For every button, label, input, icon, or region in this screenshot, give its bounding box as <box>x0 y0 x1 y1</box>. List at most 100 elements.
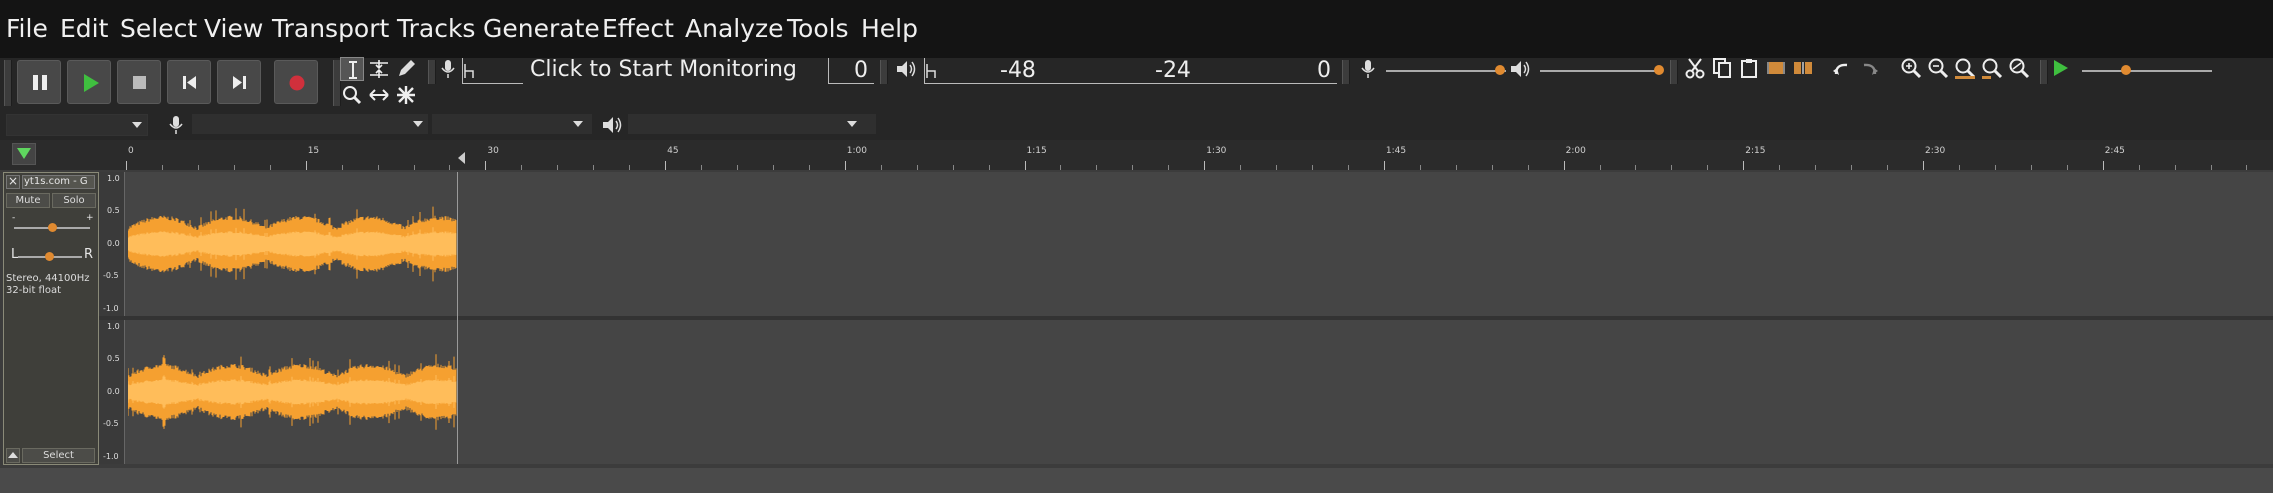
microphone-icon <box>1361 60 1375 78</box>
skip-start-icon <box>183 76 196 89</box>
fit-selection-icon <box>1955 58 1976 79</box>
pan-right-label: R <box>84 247 94 262</box>
play-icon <box>2054 60 2068 76</box>
record-volume-slider[interactable] <box>1386 65 1506 75</box>
play-button[interactable] <box>67 60 111 104</box>
ruler-label: 1:15 <box>1026 146 1047 156</box>
monitor-text[interactable]: Click to Start Monitoring <box>530 57 797 82</box>
menu-transport[interactable]: Transport <box>272 14 389 43</box>
recording-channels-select[interactable] <box>432 114 592 134</box>
play-volume-slider[interactable] <box>1540 65 1664 75</box>
zoom-out-button[interactable] <box>1926 56 1950 80</box>
timeshift-tool-button[interactable] <box>367 83 391 107</box>
microphone-icon <box>441 60 455 78</box>
ruler-tick <box>665 161 667 170</box>
pan-thumb[interactable] <box>45 252 54 261</box>
gain-minus-label: - <box>12 213 16 223</box>
fit-selection-button[interactable] <box>1953 56 1977 80</box>
mixer-grip[interactable] <box>1342 60 1350 84</box>
gain-plus-label: + <box>86 213 94 223</box>
menu-effect[interactable]: Effect <box>602 14 674 43</box>
draw-tool-button[interactable] <box>394 57 418 81</box>
play-at-speed-button[interactable] <box>2048 56 2072 80</box>
right-channel-scale[interactable]: 1.0 0.5 0.0 -0.5 -1.0 <box>99 320 125 464</box>
edit-toolbar-grip[interactable] <box>1670 60 1678 84</box>
menu-help[interactable]: Help <box>861 14 918 43</box>
play-meter-bar[interactable]: -48 -24 0 <box>924 58 1337 84</box>
play-speed-slider[interactable] <box>2082 65 2212 75</box>
ruler-tick <box>305 161 307 170</box>
record-meter-button[interactable] <box>436 57 460 81</box>
menu-view[interactable]: View <box>204 14 263 43</box>
fit-project-button[interactable] <box>1980 56 2004 80</box>
multi-tool-icon <box>397 86 415 104</box>
redo-button[interactable] <box>1857 56 1881 80</box>
gain-thumb[interactable] <box>48 223 57 232</box>
play-volume-thumb[interactable] <box>1654 65 1664 75</box>
menu-bar: File Edit Select View Transport Tracks G… <box>0 0 2273 58</box>
zoom-toggle-button[interactable] <box>2007 56 2031 80</box>
gain-slider[interactable] <box>14 223 90 232</box>
cut-button[interactable] <box>1683 56 1707 80</box>
record-volume-thumb[interactable] <box>1495 65 1505 75</box>
draw-tool-icon <box>399 60 415 76</box>
stop-button[interactable] <box>117 60 161 104</box>
cut-icon <box>1685 58 1705 79</box>
ruler-label: 2:15 <box>1745 146 1766 156</box>
audio-host-select[interactable] <box>6 114 148 136</box>
scale-label: -1.0 <box>103 452 119 461</box>
trim-button[interactable] <box>1764 56 1788 80</box>
left-channel-scale[interactable]: 1.0 0.5 0.0 -0.5 -1.0 <box>99 172 125 316</box>
playback-device-select[interactable] <box>628 114 876 134</box>
collapse-track-button[interactable] <box>6 448 20 463</box>
recording-device-select[interactable] <box>192 114 428 134</box>
play-at-speed-grip[interactable] <box>2040 60 2048 84</box>
menu-tracks[interactable]: Tracks <box>397 14 475 43</box>
selection-tool-button[interactable] <box>340 57 364 81</box>
silence-button[interactable] <box>1791 56 1815 80</box>
zoom-tool-button[interactable] <box>340 83 364 107</box>
select-track-button[interactable]: Select <box>22 448 95 463</box>
menu-edit[interactable]: Edit <box>60 14 108 43</box>
menu-tools[interactable]: Tools <box>787 14 849 43</box>
close-track-button[interactable]: × <box>6 175 20 189</box>
silence-icon <box>1794 62 1812 74</box>
solo-button[interactable]: Solo <box>52 193 96 208</box>
pan-left-label: L <box>11 247 19 262</box>
multi-tool-button[interactable] <box>394 83 418 107</box>
ruler-tick <box>1024 161 1026 170</box>
copy-button[interactable] <box>1710 56 1734 80</box>
record-button[interactable] <box>274 60 318 104</box>
skip-to-start-button[interactable] <box>167 60 211 104</box>
menu-analyze[interactable]: Analyze <box>685 14 784 43</box>
envelope-tool-button[interactable] <box>367 57 391 81</box>
play-meter-grip[interactable] <box>880 60 888 84</box>
scale-label: -0.5 <box>103 419 119 428</box>
record-meter-grip[interactable] <box>428 60 436 84</box>
undo-button[interactable] <box>1830 56 1854 80</box>
timeline-options-button[interactable] <box>12 143 36 165</box>
menu-file[interactable]: File <box>6 14 48 43</box>
play-meter-button[interactable] <box>894 57 918 81</box>
zoom-in-button[interactable] <box>1899 56 1923 80</box>
audio-clip[interactable] <box>128 172 458 464</box>
track-name-menu[interactable]: yt1s.com - G <box>22 175 95 189</box>
recording-device-icon-wrap <box>164 113 188 137</box>
play-speed-thumb[interactable] <box>2121 65 2131 75</box>
menu-select[interactable]: Select <box>120 14 197 43</box>
pause-button[interactable] <box>17 60 61 104</box>
skip-to-end-button[interactable] <box>217 60 261 104</box>
record-meter-bar[interactable] <box>462 58 523 84</box>
menu-generate[interactable]: Generate <box>483 14 600 43</box>
ruler-tick <box>1204 161 1206 170</box>
track-control-panel[interactable]: × yt1s.com - G Mute Solo - + L R Stereo,… <box>3 172 99 465</box>
mute-button[interactable]: Mute <box>6 193 50 208</box>
play-meter-tick-0: 0 <box>1317 58 1331 83</box>
transport-toolbar-grip[interactable] <box>4 60 12 106</box>
pan-slider[interactable] <box>18 252 82 261</box>
play-meter-tick-48: -48 <box>1000 58 1036 83</box>
paste-button[interactable] <box>1737 56 1761 80</box>
playback-position-marker[interactable] <box>458 152 465 164</box>
play-meter-tick-24: -24 <box>1155 58 1191 83</box>
empty-track-area[interactable] <box>0 468 2273 493</box>
